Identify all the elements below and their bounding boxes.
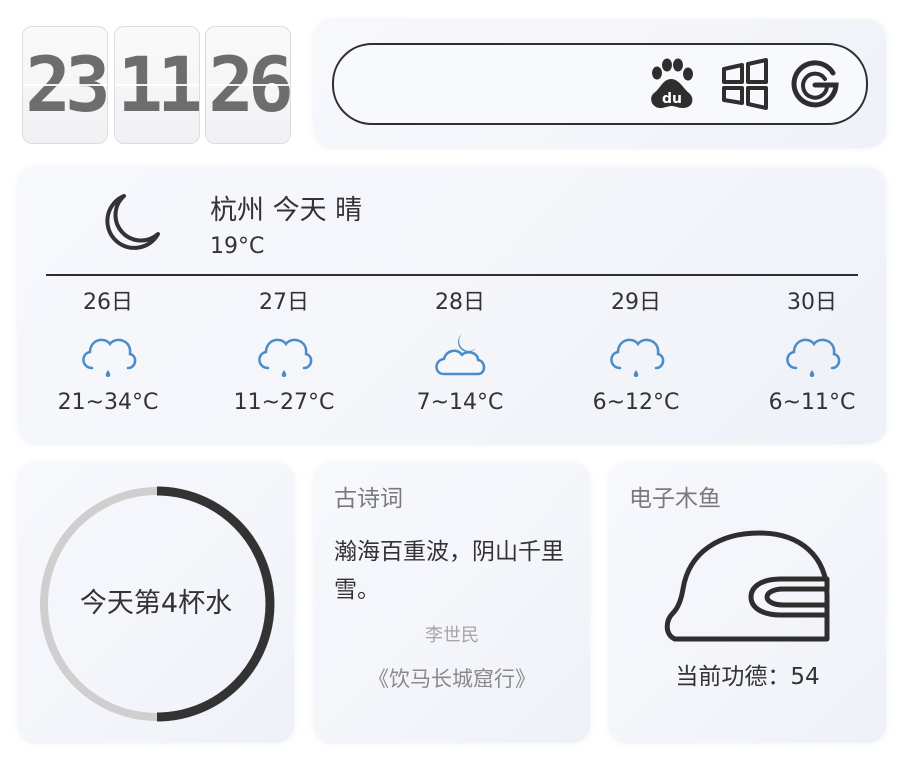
weather-card: 杭州 今天 晴 19°C 26日 21~34°C 27日 11~27°C 28日…	[18, 168, 886, 444]
search-input[interactable]	[358, 61, 642, 107]
forecast-day: 26日 21~34°C	[48, 286, 168, 415]
forecast-temp: 21~34°C	[57, 390, 159, 415]
muyu-card: 电子木鱼 当前功德：54	[609, 463, 886, 743]
wooden-fish-icon[interactable]	[663, 527, 833, 657]
search-card: du	[314, 20, 886, 148]
water-card: 今天第4杯水	[18, 463, 294, 743]
poem-text: 瀚海百重波，阴山千里雪。	[334, 539, 564, 603]
rain-cloud-icon	[82, 338, 137, 377]
poem-card: 古诗词 瀚海百重波，阴山千里雪。 李世民 《饮马长城窟行》	[314, 463, 590, 743]
forecast-date: 27日	[259, 290, 309, 315]
google-icon[interactable]	[788, 57, 842, 111]
rain-cloud-icon	[786, 338, 841, 377]
forecast-day: 30日 6~11°C	[752, 286, 872, 415]
forecast-day: 29日 6~12°C	[576, 286, 696, 415]
muyu-card-title: 电子木鱼	[629, 486, 721, 512]
forecast-date: 29日	[611, 290, 661, 315]
forecast-temp: 6~12°C	[592, 390, 680, 415]
forecast-date: 28日	[435, 290, 485, 315]
forecast-temp: 6~11°C	[768, 390, 856, 415]
search-bar[interactable]: du	[332, 43, 868, 125]
rain-cloud-icon	[610, 338, 665, 377]
forecast-day: 28日 7~14°C	[400, 286, 520, 415]
poem-author: 李世民	[425, 625, 479, 646]
forecast-temp: 11~27°C	[233, 390, 335, 415]
merit-count: 当前功德：54	[675, 664, 820, 690]
clock-hours: 23	[22, 26, 108, 144]
cloudy-night-icon	[435, 334, 486, 376]
water-count-label: 今天第4杯水	[79, 588, 233, 619]
flip-clock: 23 11 26	[18, 20, 296, 148]
bing-windows-icon[interactable]	[718, 57, 772, 111]
weather-summary: 杭州 今天 晴	[210, 195, 363, 226]
weather-divider	[46, 274, 858, 276]
forecast-day: 27日 11~27°C	[224, 286, 344, 415]
svg-text:du: du	[662, 91, 682, 107]
rain-cloud-icon	[258, 338, 313, 377]
clock-minutes: 11	[114, 26, 200, 144]
forecast-temp: 7~14°C	[416, 390, 504, 415]
moon-icon	[105, 194, 160, 250]
forecast-date: 30日	[787, 290, 837, 315]
poem-card-title: 古诗词	[334, 486, 403, 512]
clock-seconds: 26	[205, 26, 291, 144]
poem-source: 《饮马长城窟行》	[368, 667, 536, 691]
forecast-date: 26日	[83, 290, 133, 315]
current-temp: 19°C	[210, 234, 265, 259]
baidu-icon[interactable]: du	[644, 57, 698, 111]
